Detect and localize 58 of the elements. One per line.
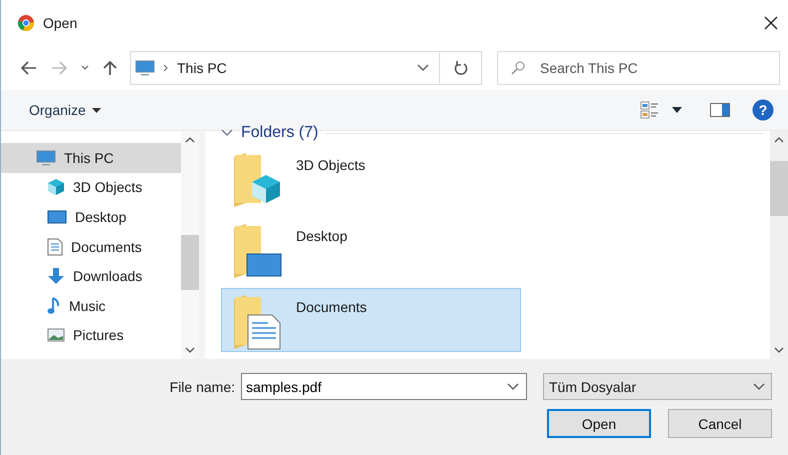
folder-icon <box>232 293 282 351</box>
browser-logo-icon <box>17 14 35 32</box>
chevron-down-icon[interactable] <box>81 65 89 71</box>
chevron-down-icon[interactable] <box>417 64 429 72</box>
folder-item[interactable]: Desktop <box>221 217 521 281</box>
help-icon[interactable]: ? <box>752 99 774 121</box>
cube-icon <box>47 178 65 196</box>
window-title: Open <box>43 15 78 31</box>
refresh-icon <box>454 60 468 76</box>
cancel-button[interactable]: Cancel <box>668 409 772 438</box>
caret-icon <box>92 108 101 112</box>
music-note-icon <box>47 296 61 315</box>
monitor-icon <box>135 60 155 76</box>
back-arrow-icon[interactable] <box>21 61 37 75</box>
folder-icon <box>232 151 282 209</box>
file-name-field[interactable]: samples.pdf <box>241 373 527 400</box>
folder-item[interactable]: 3D Objects <box>221 146 521 210</box>
search-field[interactable]: Search This PC <box>497 51 780 85</box>
tree-item[interactable]: Desktop <box>1 202 181 232</box>
chevron-down-icon <box>753 382 765 390</box>
address-bar[interactable]: This PC <box>130 51 440 85</box>
scroll-thumb[interactable] <box>770 161 788 216</box>
scroll-up-icon[interactable] <box>185 137 195 143</box>
view-options-icon[interactable] <box>640 101 660 119</box>
tree-item[interactable]: Documents <box>1 232 181 262</box>
tree-item[interactable]: Downloads <box>1 261 181 291</box>
up-arrow-icon[interactable] <box>103 60 117 76</box>
down-arrow-icon <box>47 267 65 286</box>
scroll-down-icon[interactable] <box>185 347 195 353</box>
folder-item[interactable]: Documents <box>221 288 521 352</box>
file-name-label: File name: <box>170 378 235 394</box>
scrollbar[interactable] <box>770 131 788 359</box>
tree-item[interactable]: Music <box>1 290 181 321</box>
search-icon <box>511 61 525 75</box>
folder-icon <box>232 222 282 280</box>
picture-icon <box>47 327 65 344</box>
scroll-down-icon[interactable] <box>774 347 784 353</box>
organize-button[interactable]: Organize <box>19 98 111 122</box>
file-type-dropdown[interactable]: Tüm Dosyalar <box>543 373 772 400</box>
group-title: Folders (7) <box>241 124 318 142</box>
desktop-icon <box>47 208 67 225</box>
chevron-down-icon[interactable] <box>221 129 233 137</box>
tree-item[interactable]: Pictures <box>1 320 181 350</box>
document-icon <box>47 238 63 256</box>
scrollbar[interactable] <box>181 131 199 359</box>
scroll-thumb[interactable] <box>181 235 199 290</box>
refresh-button[interactable] <box>440 51 482 85</box>
open-button[interactable]: Open <box>547 409 651 438</box>
tree-item[interactable]: 3D Objects <box>1 172 181 202</box>
chevron-down-icon[interactable] <box>507 383 519 391</box>
monitor-icon <box>36 150 56 166</box>
tree-item[interactable]: This PC <box>1 143 181 173</box>
preview-pane-icon[interactable] <box>710 103 730 117</box>
close-icon[interactable] <box>764 16 778 30</box>
address-path: This PC <box>177 60 227 76</box>
chevron-right-icon <box>163 64 169 72</box>
caret-icon[interactable] <box>672 107 682 113</box>
scroll-up-icon[interactable] <box>774 137 784 143</box>
